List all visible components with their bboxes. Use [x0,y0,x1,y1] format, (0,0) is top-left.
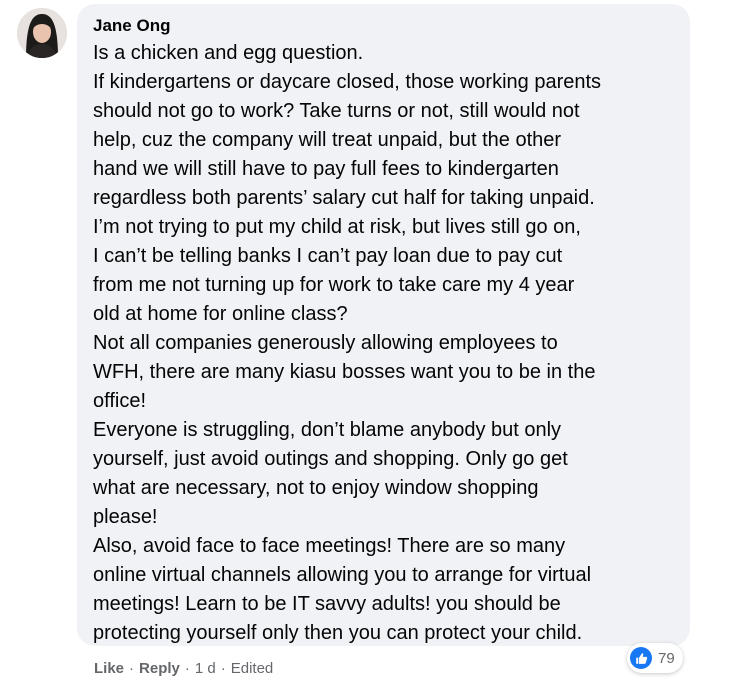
thumbs-up-icon [630,647,652,669]
comment-line: WFH, there are many kiasu bosses want yo… [93,361,596,383]
comment-line: old at home for online class? [93,303,348,325]
comment-line: yourself, just avoid outings and shoppin… [93,448,568,470]
comment-bubble: Jane Ong Is a chicken and egg question. … [77,4,690,646]
comment-author[interactable]: Jane Ong [93,15,676,37]
separator-dot: · [129,659,135,677]
comment-line: I can’t be telling banks I can’t pay loa… [93,245,563,267]
comment-timestamp[interactable]: 1 d [195,660,216,677]
separator-dot: · [184,659,190,677]
comment-line: If kindergartens or daycare closed, thos… [93,71,602,93]
comment: Jane Ong Is a chicken and egg question. … [0,0,750,689]
like-button[interactable]: Like [94,660,124,677]
comment-line: online virtual channels allowing you to … [93,564,592,586]
comment-line: help, cuz the company will treat unpaid,… [93,129,562,151]
reaction-summary[interactable]: 79 [627,643,683,673]
comment-line: please! [93,506,158,528]
avatar-photo [17,8,67,58]
comment-line: Is a chicken and egg question. [93,42,364,64]
reply-button[interactable]: Reply [139,660,180,677]
comment-actions: Like · Reply · 1 d · Edited [94,657,273,679]
comment-body: Is a chicken and egg question. If kinder… [93,39,676,648]
avatar[interactable] [17,8,67,58]
comment-line: regardless both parents’ salary cut half… [93,187,595,209]
comment-line: Not all companies generously allowing em… [93,332,558,354]
comment-line: what are necessary, not to enjoy window … [93,477,539,499]
comment-line: hand we will still have to pay full fees… [93,158,559,180]
comment-line: meetings! Learn to be IT savvy adults! y… [93,593,561,615]
comment-line: Everyone is struggling, don’t blame anyb… [93,419,562,441]
comment-line: I’m not trying to put my child at risk, … [93,216,581,238]
comment-line: should not go to work? Take turns or not… [93,100,580,122]
separator-dot: · [220,659,226,677]
comment-line: from me not turning up for work to take … [93,274,575,296]
edited-label[interactable]: Edited [231,660,274,677]
comment-line: office! [93,390,146,412]
comment-line: Also, avoid face to face meetings! There… [93,535,566,557]
comment-line: protecting yourself only then you can pr… [93,622,583,644]
reaction-count: 79 [658,649,675,667]
